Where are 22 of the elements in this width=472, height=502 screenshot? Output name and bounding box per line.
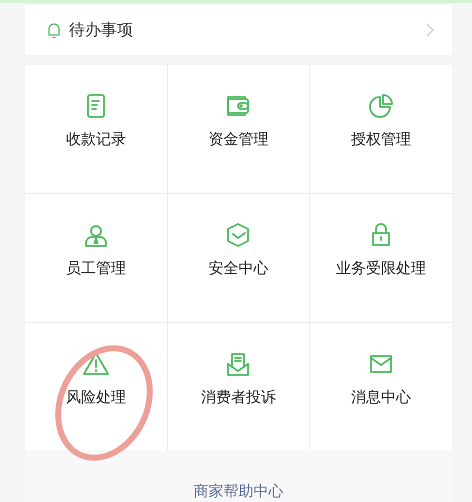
service-tile[interactable]: 消息中心 xyxy=(310,323,452,450)
service-tile[interactable]: 资金管理 xyxy=(168,65,310,193)
service-tile[interactable]: 授权管理 xyxy=(310,65,452,193)
chevron-right-icon[interactable] xyxy=(426,23,434,37)
service-label: 收款记录 xyxy=(66,130,126,149)
service-label: 业务受限处理 xyxy=(336,259,426,278)
service-label: 风险处理 xyxy=(66,388,126,407)
help-center-link[interactable]: 商家帮助中心 xyxy=(194,482,284,501)
service-label: 授权管理 xyxy=(351,130,412,149)
pie-chart-icon xyxy=(367,92,396,120)
bell-icon xyxy=(47,22,61,38)
service-tile[interactable]: 风险处理 xyxy=(25,323,167,450)
service-label: 员工管理 xyxy=(66,259,126,278)
service-label: 消息中心 xyxy=(351,388,412,407)
service-tile[interactable]: 收款记录 xyxy=(25,65,167,193)
service-tile[interactable]: 安全中心 xyxy=(168,194,310,322)
service-tile[interactable]: 业务受限处理 xyxy=(310,194,452,322)
service-tile[interactable]: 消费者投诉 xyxy=(168,323,310,450)
service-label: 消费者投诉 xyxy=(200,388,276,407)
service-label: 资金管理 xyxy=(208,130,268,149)
service-label: 安全中心 xyxy=(208,259,268,278)
service-tile[interactable]: 员工管理 xyxy=(25,194,167,322)
